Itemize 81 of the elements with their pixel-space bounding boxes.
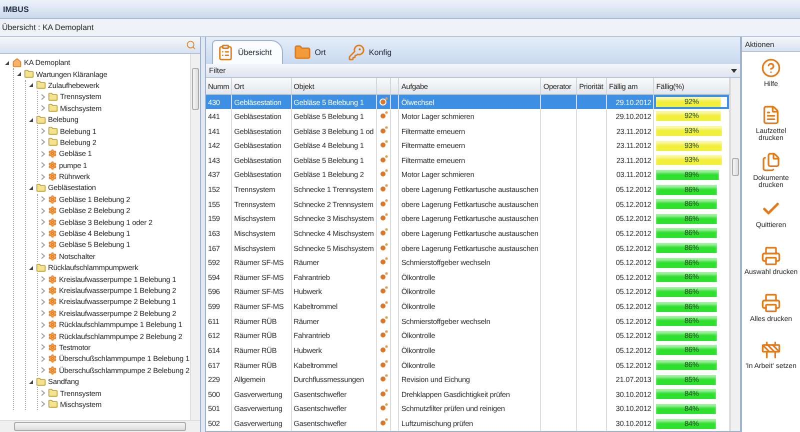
folder-icon bbox=[36, 114, 46, 125]
object-icon bbox=[378, 242, 388, 252]
object-icon bbox=[378, 126, 388, 135]
gear-icon bbox=[48, 274, 57, 284]
folder-icon bbox=[48, 388, 58, 398]
gear-icon bbox=[48, 286, 57, 295]
object-icon bbox=[378, 169, 388, 178]
breadcrumb: Übersicht : KA Demoplant bbox=[0, 19, 800, 37]
object-icon bbox=[378, 418, 388, 428]
gear-icon bbox=[48, 252, 57, 261]
object-icon bbox=[378, 228, 388, 237]
gear-icon bbox=[48, 229, 57, 238]
tab[interactable]: Ort bbox=[288, 40, 337, 64]
scrollbar[interactable] bbox=[190, 54, 200, 420]
gear-icon bbox=[48, 160, 57, 170]
object-icon bbox=[378, 110, 388, 120]
construction-icon bbox=[761, 340, 781, 360]
tab[interactable]: Konfig bbox=[342, 40, 403, 64]
gear-icon bbox=[48, 172, 57, 182]
object-icon bbox=[378, 213, 388, 222]
object-icon bbox=[378, 154, 388, 164]
object-icon bbox=[378, 184, 388, 194]
printer-icon bbox=[761, 246, 781, 266]
object-icon bbox=[378, 272, 388, 281]
expanded-arrow-icon[interactable] bbox=[16, 71, 22, 78]
folder-icon bbox=[48, 126, 58, 136]
folder-icon bbox=[48, 137, 58, 148]
gear-icon bbox=[48, 240, 57, 250]
object-icon bbox=[378, 316, 388, 325]
object-icon bbox=[378, 140, 388, 150]
documents-icon bbox=[761, 152, 781, 172]
object-icon bbox=[378, 257, 388, 266]
object-icon bbox=[378, 344, 388, 354]
object-icon bbox=[378, 330, 388, 340]
object-icon bbox=[378, 198, 388, 208]
object-icon bbox=[378, 403, 388, 412]
gear-icon bbox=[48, 342, 57, 352]
gear-icon bbox=[48, 354, 57, 364]
expanded-arrow-icon[interactable] bbox=[28, 378, 34, 385]
gear-icon bbox=[48, 308, 57, 318]
document-icon bbox=[761, 105, 781, 125]
object-icon bbox=[378, 360, 388, 369]
horizontal-scrollbar[interactable] bbox=[0, 420, 200, 432]
expanded-arrow-icon[interactable] bbox=[4, 60, 10, 66]
gear-icon bbox=[48, 332, 57, 341]
dropdown-arrow-icon[interactable] bbox=[731, 68, 737, 72]
column-header[interactable] bbox=[376, 78, 390, 94]
scrollbar[interactable] bbox=[730, 78, 740, 431]
expanded-arrow-icon[interactable] bbox=[28, 184, 34, 191]
search-icon[interactable] bbox=[186, 40, 196, 50]
gear-icon bbox=[48, 149, 57, 158]
gear-icon bbox=[48, 194, 57, 204]
folder-icon bbox=[36, 80, 46, 90]
house-icon bbox=[12, 58, 22, 68]
folder-icon bbox=[36, 376, 46, 387]
gear-icon bbox=[48, 206, 57, 216]
expanded-arrow-icon[interactable] bbox=[28, 264, 34, 271]
object-icon bbox=[378, 301, 388, 310]
gear-icon bbox=[48, 218, 57, 227]
folder-icon bbox=[48, 399, 58, 410]
gear-icon bbox=[48, 366, 57, 375]
help-icon bbox=[761, 58, 781, 78]
folder-icon bbox=[48, 103, 58, 114]
folder-icon bbox=[24, 69, 34, 80]
folder-icon bbox=[36, 182, 46, 193]
expanded-arrow-icon[interactable] bbox=[28, 116, 34, 123]
gear-icon bbox=[48, 297, 57, 306]
folder-icon bbox=[36, 262, 46, 273]
object-icon bbox=[378, 374, 388, 384]
tab[interactable]: Übersicht bbox=[212, 40, 283, 64]
window-title: IMBUS bbox=[0, 0, 800, 19]
object-icon bbox=[378, 388, 388, 398]
printer-icon bbox=[761, 293, 781, 313]
clipboard-icon bbox=[217, 44, 234, 61]
folder-icon bbox=[294, 44, 311, 61]
folder-icon bbox=[48, 92, 58, 102]
key-icon bbox=[348, 44, 365, 61]
object-icon bbox=[378, 96, 388, 106]
expanded-arrow-icon[interactable] bbox=[28, 82, 34, 88]
object-icon bbox=[378, 286, 388, 296]
gear-icon bbox=[48, 320, 57, 330]
